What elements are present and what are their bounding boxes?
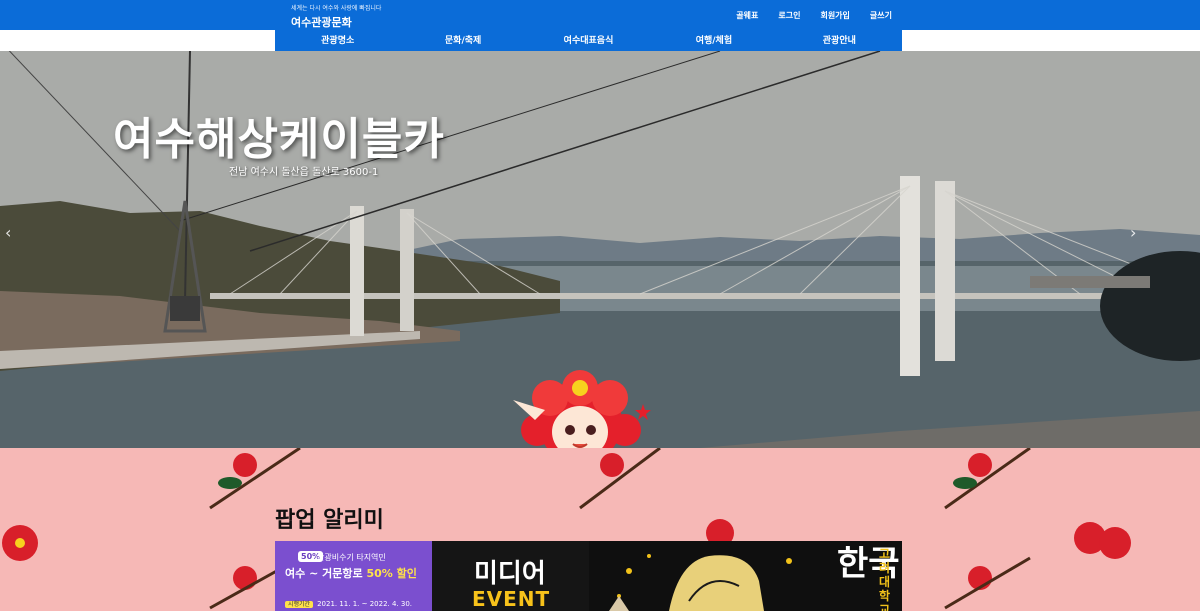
period-tag: 시행기간 [285, 601, 314, 608]
nav-item-festivals[interactable]: 문화/축제 [400, 31, 525, 51]
media-title: 미디어 [474, 559, 546, 589]
popup-section: 팝업 알리미 50% 관광비수기 타지역민 여수 ~ 거문항로 50% 할인 시… [0, 448, 1200, 611]
main-nav: 관광명소 문화/축제 여수대표음식 여행/체험 관광안내 [275, 31, 902, 51]
banner-headline-discount: 50% 할인 [366, 567, 417, 580]
period-dates: 2021. 11. 1. ~ 2022. 4. 30. [317, 600, 413, 608]
page: 세계는 다시 여수와 사랑에 빠집니다 여수관광문화 골웨표 로그인 회원가입 … [0, 0, 1200, 611]
logo-slogan: 세계는 다시 여수와 사랑에 빠집니다 [291, 5, 382, 12]
nav-item-food[interactable]: 여수대표음식 [526, 31, 651, 51]
banner-headline-route: 여수 ~ 거문항로 [285, 567, 367, 580]
util-link-write[interactable]: 글쓰기 [870, 10, 892, 21]
popup-banner-list: 50% 관광비수기 타지역민 여수 ~ 거문항로 50% 할인 시행기간 2021… [275, 541, 902, 611]
popup-banner-exhibition[interactable]: 한국 고려대학교 [589, 541, 902, 611]
header-bar-left [0, 0, 275, 30]
banner-subtitle: 관광비수기 타지역민 [317, 553, 386, 562]
chevron-left-icon[interactable]: ‹ [5, 223, 11, 242]
nav-item-attractions[interactable]: 관광명소 [275, 31, 400, 51]
popup-banner-media-event[interactable]: 미디어 EVENT [432, 541, 589, 611]
event-title: EVENT [472, 587, 551, 611]
hero-address: 전남 여수시 돌산읍 돌산로 3600-1 [229, 167, 379, 178]
util-link-login[interactable]: 로그인 [778, 10, 800, 21]
exhibition-side-text: 고려대학교 [879, 547, 891, 611]
logo-title: 여수관광문화 [291, 16, 352, 29]
nav-item-experience[interactable]: 여행/체험 [651, 31, 776, 51]
popup-section-title: 팝업 알리미 [275, 507, 384, 533]
banner-headline: 여수 ~ 거문항로 50% 할인 [285, 565, 417, 581]
site-logo[interactable]: 세계는 다시 여수와 사랑에 빠집니다 여수관광문화 [291, 3, 381, 30]
chevron-right-icon[interactable]: › [1130, 223, 1136, 242]
util-link-sitemap[interactable]: 골웨표 [736, 10, 758, 21]
header-bar-right [902, 0, 1200, 30]
util-link-signup[interactable]: 회원가입 [820, 10, 849, 21]
popup-banner-ferry-discount[interactable]: 50% 관광비수기 타지역민 여수 ~ 거문항로 50% 할인 시행기간 2021… [275, 541, 432, 611]
banner-period: 시행기간 2021. 11. 1. ~ 2022. 4. 30. [285, 599, 412, 608]
hero-title: 여수해상케이블카 [113, 114, 445, 165]
nav-item-info[interactable]: 관광안내 [777, 31, 902, 51]
utility-links: 골웨표 로그인 회원가입 글쓰기 [716, 10, 892, 21]
